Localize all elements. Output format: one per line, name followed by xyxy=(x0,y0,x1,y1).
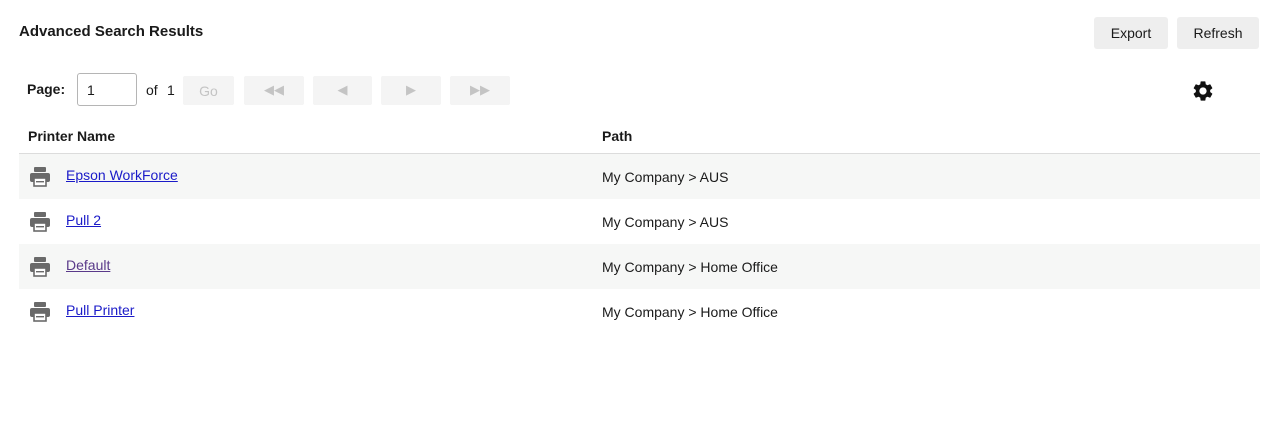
go-button[interactable]: Go xyxy=(183,76,234,105)
printer-link[interactable]: Epson WorkForce xyxy=(66,167,178,183)
page-label: Page: xyxy=(27,81,66,97)
table-header: Printer Name Path xyxy=(19,120,1260,154)
printer-icon xyxy=(30,212,50,232)
gear-icon[interactable] xyxy=(1191,79,1215,103)
table-row: Pull Printer My Company > Home Office xyxy=(19,289,1260,334)
refresh-button[interactable]: Refresh xyxy=(1177,17,1259,49)
printer-link[interactable]: Pull Printer xyxy=(66,302,134,318)
of-label: of xyxy=(146,82,158,98)
table-row: Pull 2 My Company > AUS xyxy=(19,199,1260,244)
printer-path: My Company > Home Office xyxy=(602,304,778,320)
last-page-button[interactable]: ▶▶ xyxy=(450,76,510,105)
page-title: Advanced Search Results xyxy=(19,23,204,40)
printer-path: My Company > AUS xyxy=(602,214,729,230)
total-pages: 1 xyxy=(167,82,175,98)
column-header-printer-name[interactable]: Printer Name xyxy=(28,128,115,144)
previous-page-button[interactable]: ◀ xyxy=(313,76,372,105)
printer-link[interactable]: Pull 2 xyxy=(66,212,101,228)
printer-icon xyxy=(30,167,50,187)
table-row: Epson WorkForce My Company > AUS xyxy=(19,154,1260,199)
page-number-input[interactable] xyxy=(77,73,137,106)
printer-link[interactable]: Default xyxy=(66,257,110,273)
printer-path: My Company > AUS xyxy=(602,169,729,185)
next-page-button[interactable]: ▶ xyxy=(381,76,441,105)
export-button[interactable]: Export xyxy=(1094,17,1168,49)
first-page-button[interactable]: ◀◀ xyxy=(244,76,304,105)
printer-icon xyxy=(30,257,50,277)
table-row: Default My Company > Home Office xyxy=(19,244,1260,289)
printer-path: My Company > Home Office xyxy=(602,259,778,275)
column-header-path[interactable]: Path xyxy=(602,128,632,144)
results-table: Printer Name Path Epson WorkForce My Com… xyxy=(19,120,1260,334)
printer-icon xyxy=(30,302,50,322)
